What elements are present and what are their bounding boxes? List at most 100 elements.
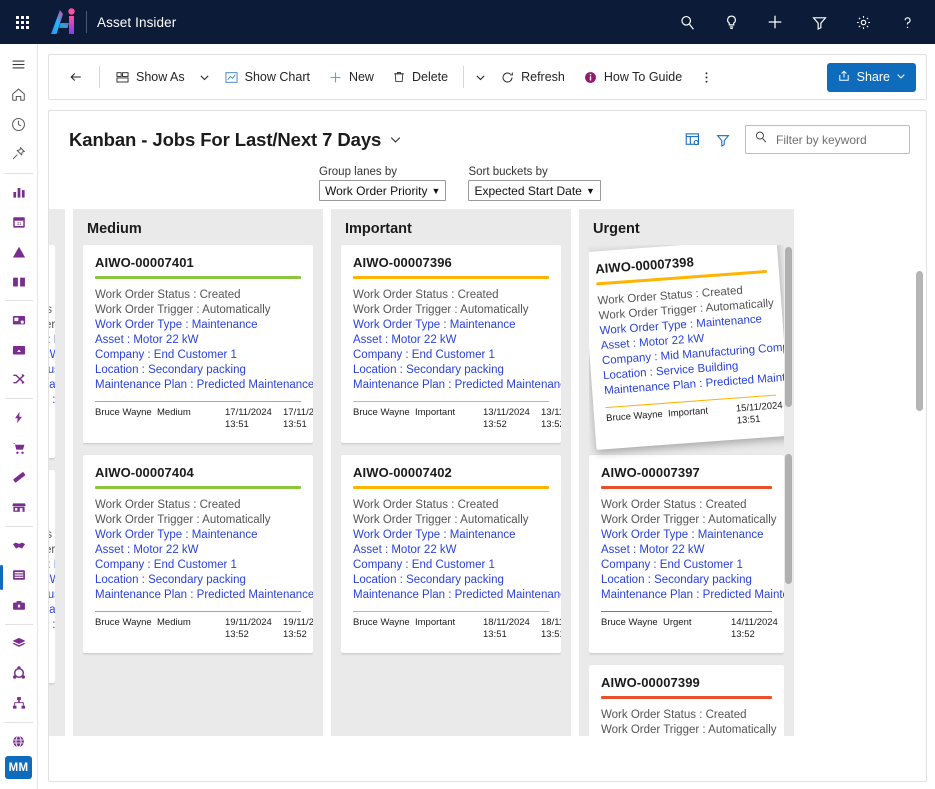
card-field-company[interactable]: Company : End Customer 1 [95, 348, 301, 363]
sidebar-item-inbox-icon[interactable] [0, 335, 38, 365]
group-lanes-control: Group lanes by Work Order Priority ▼ [319, 166, 447, 201]
rail-divider [4, 623, 33, 625]
card-vertical-scrollbar[interactable] [785, 454, 792, 584]
kanban-card[interactable]: AIWO-00007402 Work Order Status : Created… [341, 455, 561, 653]
card-field-location[interactable]: Location : Secondary packing [95, 573, 301, 588]
sidebar-item-shuffle-icon[interactable] [0, 365, 38, 395]
group-lanes-select[interactable]: Work Order Priority ▼ [319, 180, 447, 201]
card-field-company[interactable]: Company : End Customer 1 [95, 558, 301, 573]
sidebar-item-calendar-icon[interactable]: 31 [0, 207, 38, 237]
user-avatar[interactable]: MM [5, 756, 32, 780]
kanban-card[interactable]: AIWO-00007395Work Order Status : Created… [49, 245, 55, 458]
card-field-location[interactable]: Location : Secondary packing [353, 363, 549, 378]
card-field-type[interactable]: Work Order Type : Maintenance [95, 528, 301, 543]
new-label: New [348, 70, 374, 84]
filter-funnel-icon[interactable] [715, 132, 731, 148]
filter-icon[interactable] [797, 0, 841, 44]
card-field-location[interactable]: Location : Secondary packing [95, 363, 301, 378]
sidebar-item-hamburger-icon[interactable] [0, 50, 38, 80]
app-launcher-button[interactable] [0, 0, 44, 44]
new-button[interactable]: New [319, 61, 383, 93]
card-field-plan[interactable]: Maintenance Plan : Predicted Maintenance [353, 378, 561, 393]
card-field-type[interactable]: Work Order Type : Maintenance [353, 528, 549, 543]
card-footer-rule [601, 610, 772, 612]
gear-icon[interactable] [841, 0, 885, 44]
card-field-location[interactable]: Location : Secondary packing [353, 573, 549, 588]
sidebar-item-bolt-icon[interactable] [0, 403, 38, 433]
panel-vertical-scrollbar[interactable] [916, 271, 923, 411]
sidebar-item-store-icon[interactable] [0, 492, 38, 522]
sidebar-item-alert-icon[interactable] [0, 237, 38, 267]
search-input[interactable] [776, 132, 901, 147]
delete-chevron-down-icon[interactable] [470, 61, 491, 93]
kanban-card[interactable]: AIWO-00007396 Work Order Status : Created… [341, 245, 561, 443]
card-field-company[interactable]: Company : End Customer 1 [353, 348, 549, 363]
card-field-asset[interactable]: Asset : Motor 22 kW [353, 333, 549, 348]
how-to-guide-button[interactable]: How To Guide [574, 61, 691, 93]
kanban-lane[interactable]: Urgent AIWO-00007398 Work Order Status : C… [579, 209, 794, 736]
sidebar-item-cart-icon[interactable] [0, 433, 38, 463]
show-as-chevron-down-icon[interactable] [194, 61, 215, 93]
sidebar-item-hierarchy-icon[interactable] [0, 688, 38, 718]
kanban-card[interactable]: AIWO-00007399 Work Order Status : Created… [589, 665, 784, 736]
lane-cards: AIWO-00007401 Work Order Status : Created… [83, 245, 313, 736]
sidebar-item-globe-icon[interactable] [0, 727, 38, 757]
sidebar-item-tag-icon[interactable] [0, 462, 38, 492]
card-footer: Bruce WayneUrgent14/11/2024 13:5214/11/2… [601, 617, 778, 641]
delete-button[interactable]: Delete [383, 61, 457, 93]
sidebar-item-card-icon[interactable] [0, 305, 38, 335]
sidebar-item-hub-icon[interactable] [0, 658, 38, 688]
refresh-button[interactable]: Refresh [491, 61, 574, 93]
card-field-plan[interactable]: Maintenance Plan : Predicted Mainte [601, 588, 784, 603]
lane-vertical-scrollbar[interactable] [785, 247, 792, 407]
sidebar-item-recent-icon[interactable] [0, 109, 38, 139]
card-field-type[interactable]: Work Order Type : Maintenance [353, 318, 549, 333]
card-field-company[interactable]: Company : End Customer 1 [601, 558, 772, 573]
sidebar-item-toolbox-icon[interactable] [0, 590, 38, 620]
show-as-button[interactable]: Show As [106, 61, 194, 93]
card-footer: Bruce Wayne Medium 17/11/2024 13:51 17/11/2… [95, 407, 313, 431]
card-field-asset[interactable]: Asset : Motor 22 kW [353, 543, 549, 558]
card-field-status: Work Order Status : Created [601, 498, 747, 511]
kanban-card[interactable]: AIWO-00007404 Work Order Status : Created… [83, 455, 313, 653]
card-field-trigger: Work Order Trigger : Automatically [601, 723, 777, 736]
card-field-asset[interactable]: Asset : Motor 22 kW [95, 543, 301, 558]
chart-pane-icon[interactable] [684, 131, 701, 148]
card-field-location[interactable]: Location : Secondary packing [601, 573, 772, 588]
sidebar-item-layers-icon[interactable] [0, 629, 38, 659]
kanban-lane[interactable]: Important AIWO-00007396 Work Order Status … [331, 209, 571, 736]
show-chart-button[interactable]: Show Chart [215, 61, 319, 93]
back-button[interactable] [59, 61, 93, 93]
kanban-lane[interactable]: LowAIWO-00007395Work Order Status : Crea… [49, 209, 65, 736]
kanban-card[interactable]: AIWO-00007403Work Order Status : Created… [49, 470, 55, 683]
card-field-plan[interactable]: Maintenance Plan : Predicted Maintenance [353, 588, 561, 603]
card-field-plan[interactable]: Maintenance Plan : Predicted Maintenance [95, 378, 313, 393]
card-field-type[interactable]: Work Order Type : Maintenance [95, 318, 301, 333]
help-icon[interactable] [885, 0, 929, 44]
kanban-card[interactable]: AIWO-00007397 Work Order Status : Created… [589, 455, 784, 653]
kanban-board-scroll-area[interactable]: LowAIWO-00007395Work Order Status : Crea… [49, 209, 926, 736]
view-selector-chevron-down-icon[interactable] [389, 133, 402, 146]
plus-icon[interactable] [753, 0, 797, 44]
idea-icon[interactable] [709, 0, 753, 44]
kanban-card[interactable]: AIWO-00007401 Work Order Status : Created… [83, 245, 313, 443]
card-field-asset[interactable]: Asset : Motor 22 kW [601, 543, 772, 558]
card-field-plan[interactable]: Maintenance Plan : Predicted Maintenance [95, 588, 313, 603]
sidebar-item-book-icon[interactable] [0, 267, 38, 297]
sidebar-item-chart-icon[interactable] [0, 178, 38, 208]
card-field-type[interactable]: Work Order Type : Maintenance [601, 528, 772, 543]
card-field-company[interactable]: Company : End Customer 1 [353, 558, 549, 573]
sort-buckets-select[interactable]: Expected Start Date ▼ [468, 180, 601, 201]
sidebar-item-home-icon[interactable] [0, 80, 38, 110]
kanban-lane[interactable]: Medium AIWO-00007401 Work Order Status : C… [73, 209, 323, 736]
sidebar-item-work-orders[interactable] [0, 560, 38, 591]
kanban-card[interactable]: AIWO-00007398 Work Order Status : Created… [589, 245, 784, 450]
search-icon[interactable] [665, 0, 709, 44]
more-commands-button[interactable] [691, 61, 722, 93]
lane-cards: AIWO-00007396 Work Order Status : Created… [341, 245, 561, 736]
sidebar-item-handshake-icon[interactable] [0, 531, 38, 561]
card-field-asset[interactable]: Asset : Motor 22 kW [95, 333, 301, 348]
sidebar-item-pinned-icon[interactable] [0, 139, 38, 169]
filter-search-box[interactable] [745, 125, 910, 154]
share-button[interactable]: Share [826, 62, 916, 92]
